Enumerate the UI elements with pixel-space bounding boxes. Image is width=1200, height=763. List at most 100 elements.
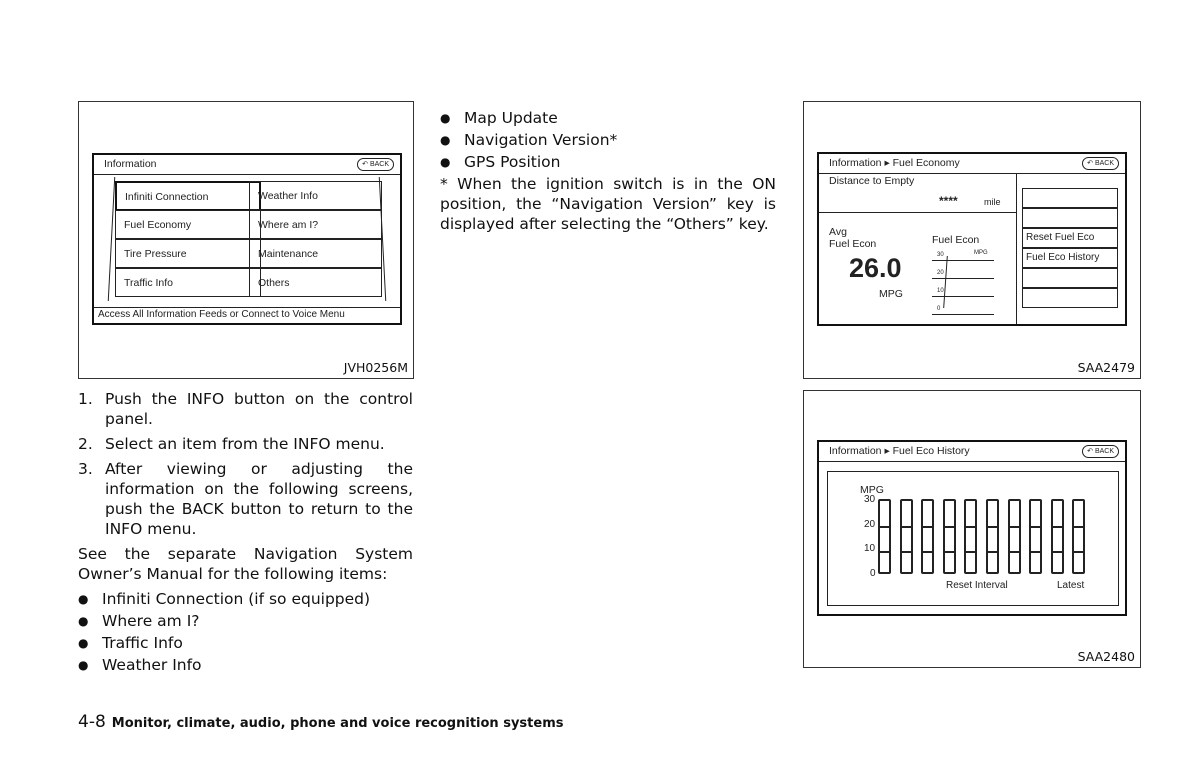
bar-segment-line — [1031, 551, 1041, 553]
graph-tick-label: 10 — [937, 288, 944, 294]
list-item: ● GPS Position — [440, 152, 776, 172]
left-panel: Distance to Empty **** mile Avg Fuel Eco… — [819, 174, 1017, 324]
menu-item-weather-info[interactable]: Weather Info — [249, 181, 382, 210]
figure-fuel-economy: Information ▸ Fuel Economy ↶ BACK Distanc… — [803, 101, 1141, 379]
status-bar: Access All Information Feeds or Connect … — [94, 307, 400, 323]
history-bar — [1007, 499, 1021, 574]
bar-segment-line — [1052, 551, 1062, 553]
graph-title: Fuel Econ — [932, 234, 980, 246]
left-column: 1. Push the INFO button on the control pa… — [78, 389, 413, 677]
distance-value: **** — [939, 194, 958, 208]
menu-item-where-am-i-[interactable]: Where am I? — [249, 210, 382, 239]
step-item: 3. After viewing or adjusting the informa… — [78, 459, 413, 539]
bar-segment-line — [901, 526, 911, 528]
history-graph: MPG Reset Interval Latest 30 20 10 0 — [827, 471, 1119, 606]
section-title: Monitor, climate, audio, phone and voice… — [111, 716, 564, 731]
list-item-text: Weather Info — [102, 656, 202, 674]
list-item-text: Map Update — [464, 109, 558, 127]
list-item: ● Map Update — [440, 108, 776, 128]
list-item: ● Traffic Info — [78, 633, 413, 653]
back-button[interactable]: ↶ BACK — [1082, 157, 1119, 170]
step-number: 1. — [78, 390, 93, 408]
bar-segment-line — [901, 551, 911, 553]
figure-fuel-eco-history: Information ▸ Fuel Eco History ↶ BACK MPG… — [803, 390, 1141, 668]
bar-segment-line — [1052, 526, 1062, 528]
history-bar — [921, 499, 935, 574]
page-footer: 4-8 Monitor, climate, audio, phone and vo… — [78, 712, 563, 732]
list-item: ● Where am I? — [78, 611, 413, 631]
graph-tick-label: 0 — [937, 306, 941, 312]
reset-interval-label: Reset Interval — [946, 580, 1008, 591]
bar-segment-line — [988, 526, 997, 528]
menu-item-empty[interactable] — [1022, 288, 1118, 308]
history-bar — [1029, 499, 1043, 574]
bar-segment-line — [1009, 551, 1019, 553]
fuel-economy-screen: Information ▸ Fuel Economy ↶ BACK Distanc… — [817, 152, 1127, 326]
bar-segment-line — [944, 526, 954, 528]
distance-label: Distance to Empty — [829, 175, 915, 187]
screen-title: Information ▸ Fuel Economy — [829, 157, 960, 169]
screen-title: Information ▸ Fuel Eco History — [829, 445, 970, 457]
y-tick-label: 20 — [864, 518, 876, 530]
y-tick-label: 30 — [864, 494, 876, 505]
page-number: 4-8 — [78, 712, 106, 732]
see-text: See the separate Navigation System Owner… — [78, 545, 413, 583]
list-item-text: Where am I? — [102, 612, 200, 630]
figure-code: SAA2480 — [1077, 649, 1135, 664]
menu-item-infiniti-connection[interactable]: Infiniti Connection — [115, 181, 261, 211]
step-text: After viewing or adjusting the informati… — [105, 460, 413, 538]
bullet-icon: ● — [440, 111, 451, 125]
menu-item-reset-fuel-eco[interactable]: Reset Fuel Eco — [1022, 228, 1118, 248]
menu-item-empty[interactable] — [1022, 208, 1118, 228]
y-tick-label: 10 — [864, 543, 876, 554]
step-text: Push the INFO button on the control pane… — [105, 390, 413, 428]
menu-item-maintenance[interactable]: Maintenance — [249, 239, 382, 268]
history-bar — [1072, 499, 1086, 574]
graph-gridline — [932, 278, 994, 279]
back-button[interactable]: ↶ BACK — [357, 158, 394, 171]
latest-label: Latest — [1057, 580, 1085, 591]
list-item: ● Weather Info — [78, 655, 413, 675]
bullet-icon: ● — [78, 636, 89, 650]
menu-item-fuel-eco-history[interactable]: Fuel Eco History — [1022, 248, 1118, 268]
step-text: Select an item from the INFO menu. — [105, 435, 385, 453]
graph-tick-label: 30 — [937, 252, 944, 258]
menu-item-tire-pressure[interactable]: Tire Pressure — [115, 239, 261, 268]
bar-segment-line — [1074, 551, 1084, 553]
menu-item-others[interactable]: Others — [249, 268, 382, 297]
bullet-icon: ● — [440, 133, 451, 147]
distance-section: Distance to Empty **** mile — [819, 174, 1016, 213]
bullet-icon: ● — [78, 592, 89, 606]
bar-segment-line — [880, 526, 889, 528]
avg-label: Avg — [829, 226, 847, 238]
bar-segment-line — [923, 551, 933, 553]
screen-title: Information — [104, 158, 157, 170]
history-bar — [1050, 499, 1064, 574]
bar-segment-line — [1031, 526, 1041, 528]
back-button[interactable]: ↶ BACK — [1082, 445, 1119, 458]
menu-item-empty[interactable] — [1022, 268, 1118, 288]
bar-segment-line — [880, 551, 889, 553]
step-item: 1. Push the INFO button on the control pa… — [78, 389, 413, 429]
step-item: 2. Select an item from the INFO menu. — [78, 434, 413, 454]
step-number: 2. — [78, 435, 93, 453]
figure-code: SAA2479 — [1077, 360, 1135, 375]
y-tick-label: 0 — [870, 567, 876, 579]
bar-segment-line — [1074, 526, 1084, 528]
middle-column: ● Map Update ● Navigation Version* ● GPS Posi… — [440, 108, 776, 239]
menu-item-fuel-economy[interactable]: Fuel Economy — [115, 210, 261, 239]
graph-gridline — [932, 314, 994, 315]
graph-axis — [943, 256, 951, 308]
list-item-text: Navigation Version* — [464, 131, 618, 149]
manual-page: Information ↶ BACK Infiniti Connection Fue… — [0, 0, 1200, 763]
figure-info-menu: Information ↶ BACK Infiniti Connection Fue… — [78, 101, 414, 379]
graph-gridline — [932, 296, 994, 297]
graph-unit: MPG — [974, 250, 988, 256]
list-item: ● Navigation Version* — [440, 130, 776, 150]
menu-item-empty[interactable] — [1022, 188, 1118, 208]
bullet-icon: ● — [440, 155, 451, 169]
bar-segment-line — [923, 526, 933, 528]
history-bar — [878, 499, 891, 574]
list-item-text: Infiniti Connection (if so equipped) — [102, 590, 371, 608]
menu-item-traffic-info[interactable]: Traffic Info — [115, 268, 261, 297]
